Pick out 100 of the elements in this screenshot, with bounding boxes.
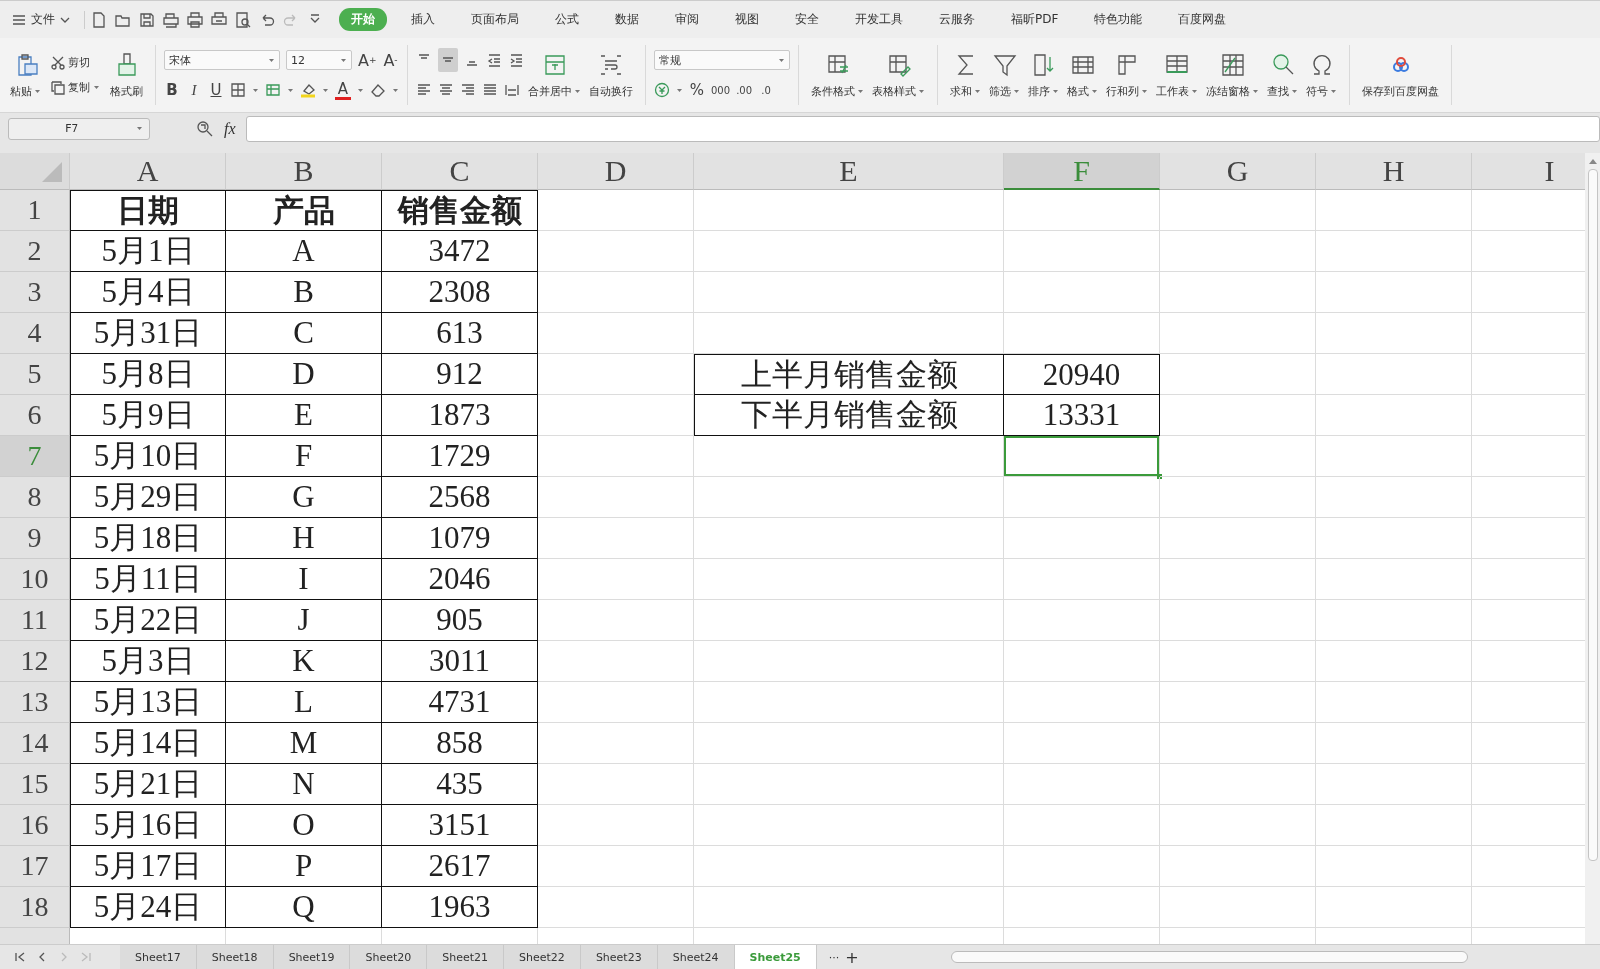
- caret-icon[interactable]: [1141, 88, 1148, 94]
- ribbon-tab[interactable]: 插入: [399, 8, 447, 31]
- ribbon-tab[interactable]: 开发工具: [843, 8, 915, 31]
- thousands-button[interactable]: 000: [711, 80, 731, 100]
- caret-icon[interactable]: [1091, 88, 1098, 94]
- borders-icon[interactable]: [230, 82, 246, 98]
- first-sheet-icon[interactable]: [14, 951, 26, 963]
- percent-button[interactable]: %: [689, 80, 705, 100]
- column-header[interactable]: C: [382, 153, 538, 190]
- function-label[interactable]: fx: [224, 119, 236, 138]
- row-header[interactable]: 16: [0, 805, 70, 846]
- caret-icon[interactable]: [268, 57, 275, 63]
- caret-icon[interactable]: [857, 88, 864, 94]
- toolbar-button[interactable]: 工作表: [1152, 49, 1202, 101]
- print-icon[interactable]: [211, 11, 227, 28]
- column-header[interactable]: D: [538, 153, 694, 190]
- caret-icon[interactable]: [1052, 88, 1059, 94]
- print-preview-icon[interactable]: [235, 11, 251, 28]
- caret-icon[interactable]: [1191, 88, 1198, 94]
- toolbar-button[interactable]: 行和列: [1102, 49, 1152, 101]
- ribbon-tab[interactable]: 百度网盘: [1166, 8, 1239, 31]
- toolbar-button[interactable]: 冻结窗格: [1202, 49, 1263, 101]
- sheet-tab[interactable]: Sheet22: [504, 945, 581, 969]
- sheet-tab[interactable]: Sheet24: [657, 945, 735, 969]
- toolbar-button[interactable]: 表格样式: [868, 49, 929, 101]
- merge-center-button[interactable]: 合并居中: [524, 49, 585, 101]
- caret-icon[interactable]: [974, 88, 981, 94]
- format-painter-button[interactable]: 格式刷: [106, 49, 147, 101]
- increase-indent-icon[interactable]: [508, 52, 524, 68]
- row-header[interactable]: 5: [0, 354, 70, 395]
- caret-icon[interactable]: [322, 87, 329, 93]
- row-header[interactable]: 2: [0, 231, 70, 272]
- row-header[interactable]: 8: [0, 477, 70, 518]
- font-color-button[interactable]: A: [335, 80, 351, 100]
- caret-icon[interactable]: [287, 87, 294, 93]
- ribbon-tab[interactable]: 特色功能: [1082, 8, 1155, 31]
- row-header[interactable]: 14: [0, 723, 70, 764]
- print-icon[interactable]: [187, 11, 203, 28]
- font-size-field[interactable]: 12: [286, 50, 352, 70]
- caret-icon[interactable]: [918, 88, 925, 94]
- caret-icon[interactable]: [1013, 88, 1020, 94]
- grow-font-button[interactable]: A$^{+}$: [358, 50, 377, 70]
- column-header[interactable]: G: [1160, 153, 1316, 190]
- caret-icon[interactable]: [93, 85, 100, 90]
- column-header[interactable]: B: [226, 153, 382, 190]
- caret-icon[interactable]: [1252, 88, 1259, 94]
- align-center-icon[interactable]: [438, 82, 454, 98]
- ribbon-tab[interactable]: 数据: [603, 8, 651, 31]
- more-sheets-button[interactable]: ···: [828, 950, 840, 964]
- align-left-icon[interactable]: [416, 82, 432, 98]
- column-header[interactable]: A: [70, 153, 226, 190]
- caret-icon[interactable]: [392, 87, 399, 93]
- paste-button[interactable]: 粘贴: [6, 49, 45, 101]
- caret-icon[interactable]: [574, 88, 581, 94]
- ribbon-tab[interactable]: 公式: [543, 8, 591, 31]
- justify-icon[interactable]: [482, 82, 498, 98]
- selected-cell[interactable]: [1004, 436, 1160, 477]
- row-header[interactable]: 12: [0, 641, 70, 682]
- caret-icon[interactable]: [34, 88, 41, 94]
- save-icon[interactable]: [139, 11, 155, 28]
- caret-icon[interactable]: [1291, 88, 1298, 94]
- toolbar-button[interactable]: 格式: [1063, 49, 1102, 101]
- eraser-icon[interactable]: [370, 82, 386, 98]
- ribbon-tab[interactable]: 审阅: [663, 8, 711, 31]
- row-header[interactable]: 9: [0, 518, 70, 559]
- row-header[interactable]: 6: [0, 395, 70, 436]
- ribbon-tab[interactable]: 视图: [723, 8, 771, 31]
- formula-input[interactable]: [245, 115, 1600, 142]
- column-header[interactable]: E: [694, 153, 1004, 190]
- new-file-icon[interactable]: [91, 11, 107, 28]
- italic-button[interactable]: I: [186, 80, 202, 100]
- caret-icon[interactable]: [252, 87, 259, 93]
- zoom-icon[interactable]: [196, 119, 214, 138]
- fill-pattern-icon[interactable]: [265, 82, 281, 98]
- caret-icon[interactable]: [778, 57, 785, 63]
- add-sheet-button[interactable]: +: [845, 947, 859, 967]
- fill-handle[interactable]: [1157, 474, 1162, 479]
- name-box[interactable]: F7: [8, 117, 150, 140]
- toolbar-button[interactable]: 符号: [1302, 49, 1341, 101]
- ribbon-tab[interactable]: 云服务: [927, 8, 987, 31]
- caret-icon[interactable]: [136, 126, 143, 131]
- vertical-scrollbar[interactable]: [1585, 153, 1600, 944]
- ribbon-tab[interactable]: 安全: [783, 8, 831, 31]
- row-header[interactable]: 4: [0, 313, 70, 354]
- caret-icon[interactable]: [676, 87, 683, 93]
- toolbar-button[interactable]: 条件格式: [807, 49, 868, 101]
- number-format-field[interactable]: 常规: [654, 50, 790, 70]
- toolbar-button[interactable]: 查找: [1263, 49, 1302, 101]
- sheet-tab[interactable]: Sheet18: [196, 945, 274, 969]
- caret-icon[interactable]: [357, 87, 364, 93]
- sheet-tab[interactable]: Sheet25: [734, 945, 817, 969]
- scroll-thumb[interactable]: [1587, 169, 1598, 861]
- column-header[interactable]: H: [1316, 153, 1472, 190]
- copy-button[interactable]: 复制: [51, 80, 100, 95]
- fill-color-icon[interactable]: [300, 82, 316, 98]
- decrease-indent-icon[interactable]: [486, 52, 502, 68]
- underline-button[interactable]: U: [208, 80, 224, 100]
- scroll-thumb[interactable]: [950, 951, 1468, 963]
- font-name-field[interactable]: 宋体: [164, 50, 280, 70]
- align-right-icon[interactable]: [460, 82, 476, 98]
